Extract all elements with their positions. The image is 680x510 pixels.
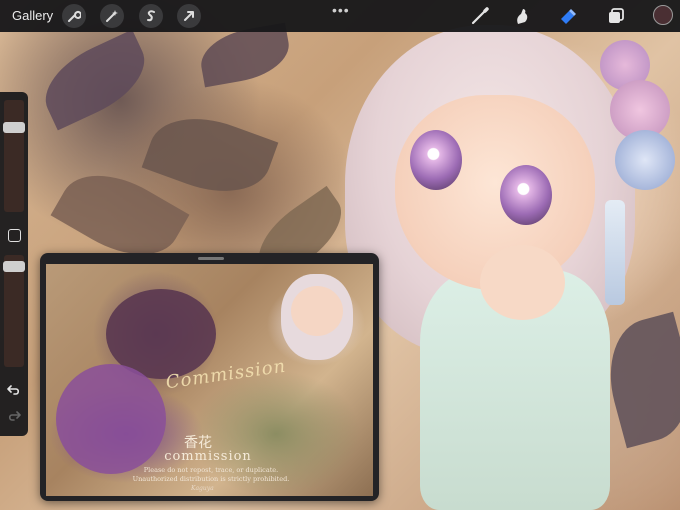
character-eye-right bbox=[500, 165, 552, 225]
reference-image: Commission 香花 commission Please do not r… bbox=[46, 264, 373, 496]
more-menu-button[interactable]: ••• bbox=[332, 2, 350, 18]
watermark-notice-2: Unauthorized distribution is strictly pr… bbox=[132, 475, 290, 483]
watermark-signature: Kaguya bbox=[191, 485, 214, 492]
opacity-handle[interactable] bbox=[3, 261, 25, 272]
top-toolbar: Gallery ••• bbox=[0, 0, 680, 32]
foliage bbox=[141, 101, 279, 209]
brush-icon[interactable] bbox=[468, 4, 492, 28]
color-picker-button[interactable] bbox=[653, 5, 673, 25]
transform-arrow-icon[interactable] bbox=[177, 4, 201, 28]
character-hand bbox=[480, 245, 565, 320]
hair-tassel bbox=[605, 200, 625, 305]
gallery-button[interactable]: Gallery bbox=[12, 8, 53, 23]
brush-size-handle[interactable] bbox=[3, 122, 25, 133]
opacity-slider[interactable] bbox=[3, 255, 25, 367]
watermark-notice-1: Please do not repost, trace, or duplicat… bbox=[143, 466, 279, 474]
redo-button[interactable] bbox=[6, 408, 22, 424]
modify-square-button[interactable] bbox=[8, 229, 21, 242]
wrench-icon[interactable] bbox=[62, 4, 86, 28]
ref-character-face bbox=[291, 286, 343, 336]
undo-button[interactable] bbox=[6, 382, 22, 398]
brush-size-slider[interactable] bbox=[3, 100, 25, 212]
smudge-icon[interactable] bbox=[510, 4, 534, 28]
watermark-commission: commission bbox=[164, 449, 252, 464]
left-sidebar bbox=[0, 92, 28, 436]
reference-drag-handle[interactable] bbox=[198, 257, 224, 260]
reference-window[interactable]: Commission 香花 commission Please do not r… bbox=[40, 253, 379, 501]
layers-icon[interactable] bbox=[604, 4, 628, 28]
hair-flower bbox=[615, 130, 675, 190]
selection-icon[interactable] bbox=[139, 4, 163, 28]
magic-wand-icon[interactable] bbox=[100, 4, 124, 28]
foliage bbox=[196, 22, 294, 88]
eraser-icon[interactable] bbox=[556, 4, 580, 28]
foliage bbox=[32, 29, 158, 131]
character-eye-left bbox=[410, 130, 462, 190]
